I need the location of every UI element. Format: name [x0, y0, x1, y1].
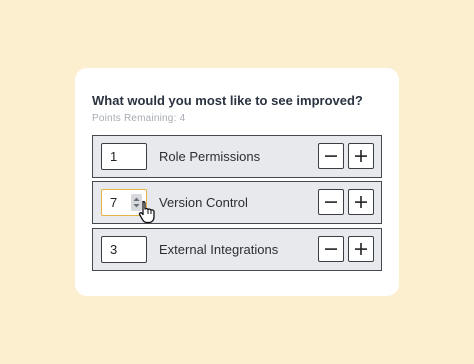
hand-pointer-cursor-icon: [138, 200, 155, 224]
minus-icon: [325, 201, 337, 203]
points-remaining: Points Remaining: 4: [92, 113, 185, 124]
priority-row-version-control: Version Control: [92, 181, 382, 224]
item-label-external-integrations: External Integrations: [159, 242, 279, 257]
plus-icon: [355, 243, 367, 255]
plus-icon: [355, 196, 367, 208]
item-label-version-control: Version Control: [159, 195, 248, 210]
points-input-role-permissions[interactable]: [101, 143, 147, 170]
decrement-button-role-permissions[interactable]: [318, 143, 344, 169]
increment-button-external-integrations[interactable]: [348, 236, 374, 262]
increment-button-version-control[interactable]: [348, 189, 374, 215]
points-remaining-label: Points Remaining:: [92, 113, 177, 124]
priority-row-role-permissions: Role Permissions: [92, 135, 382, 178]
minus-icon: [325, 248, 337, 250]
increment-button-role-permissions[interactable]: [348, 143, 374, 169]
survey-card: What would you most like to see improved…: [75, 68, 399, 296]
minus-icon: [325, 155, 337, 157]
survey-question: What would you most like to see improved…: [92, 93, 363, 108]
item-label-role-permissions: Role Permissions: [159, 149, 261, 164]
priority-row-external-integrations: External Integrations: [92, 228, 382, 271]
plus-icon: [355, 150, 367, 162]
points-input-external-integrations[interactable]: [101, 236, 147, 263]
decrement-button-external-integrations[interactable]: [318, 236, 344, 262]
decrement-button-version-control[interactable]: [318, 189, 344, 215]
points-remaining-value: 4: [179, 113, 186, 124]
